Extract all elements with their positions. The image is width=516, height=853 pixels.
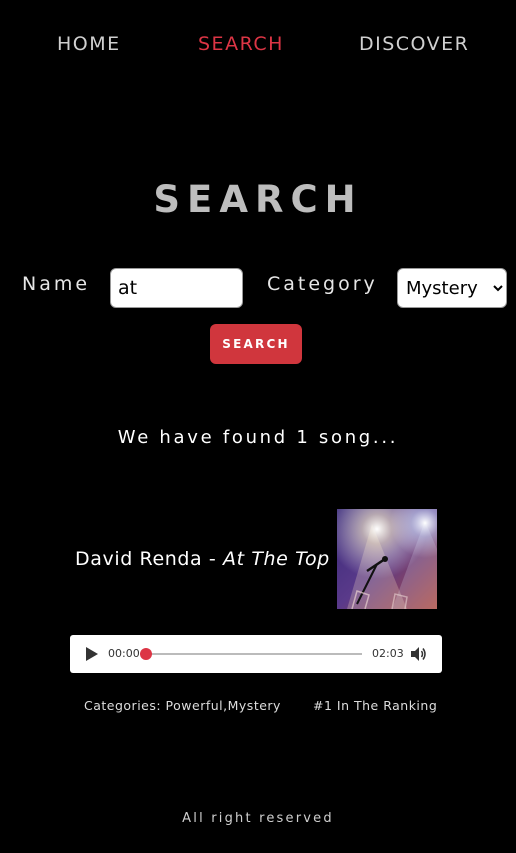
audio-player: 00:00 02:03: [70, 635, 442, 673]
category-label: Category: [267, 273, 378, 295]
song-categories: Categories: Powerful,Mystery: [84, 698, 281, 713]
progress-bar[interactable]: [140, 648, 362, 660]
search-button[interactable]: SEARCH: [210, 324, 302, 364]
album-cover-image: [337, 509, 437, 609]
play-icon[interactable]: [84, 646, 100, 662]
results-summary: We have found 1 song...: [117, 427, 399, 448]
song-separator: -: [202, 548, 224, 570]
nav-home-link[interactable]: HOME: [57, 33, 121, 55]
song-ranking: #1 In The Ranking: [313, 698, 438, 713]
name-input[interactable]: [110, 268, 243, 308]
volume-icon[interactable]: [409, 645, 427, 663]
duration-time: 02:03: [372, 647, 404, 660]
nav-discover-link[interactable]: DISCOVER: [359, 33, 469, 55]
song-title: David Renda - At The Top: [75, 548, 330, 570]
main-nav: HOME SEARCH DISCOVER: [0, 33, 516, 57]
name-label: Name: [22, 273, 91, 295]
footer-text: All right reserved: [182, 811, 334, 826]
song-name: At The Top: [223, 548, 330, 570]
nav-search-link[interactable]: SEARCH: [198, 33, 284, 55]
current-time: 00:00: [108, 647, 140, 660]
page-title: SEARCH: [153, 178, 363, 221]
song-artist: David Renda: [75, 548, 203, 570]
category-select[interactable]: Mystery: [397, 268, 507, 308]
progress-knob[interactable]: [140, 648, 152, 660]
